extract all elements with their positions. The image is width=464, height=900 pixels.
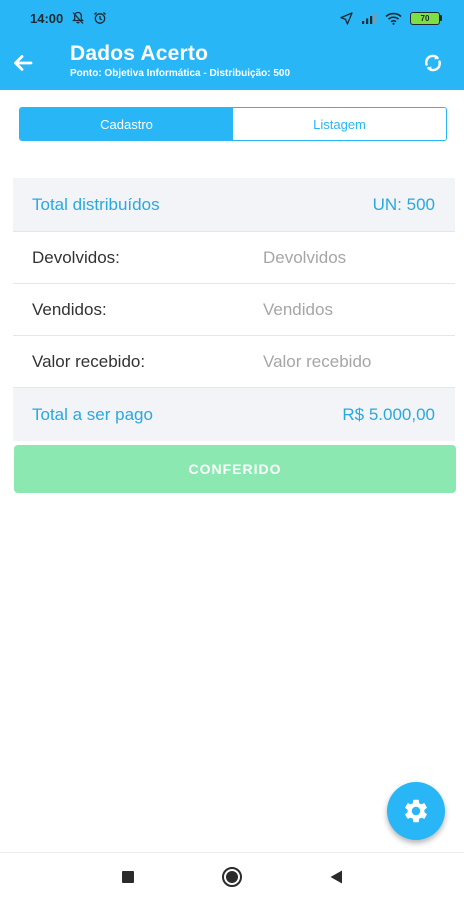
back-button[interactable]: [0, 36, 46, 90]
sold-input[interactable]: [263, 299, 455, 320]
signal-icon: [361, 12, 377, 25]
sold-row: Vendidos:: [13, 283, 455, 335]
total-to-pay-value: R$ 5.000,00: [342, 404, 435, 424]
segmented-tabs: Cadastro Listagem: [19, 107, 447, 141]
total-distributed-value: UN: 500: [372, 194, 435, 214]
sync-icon: [425, 54, 441, 72]
status-left: 14:00: [30, 11, 107, 26]
total-to-pay-label: Total a ser pago: [32, 404, 153, 424]
home-button[interactable]: [219, 864, 245, 890]
settings-fab[interactable]: [387, 782, 445, 840]
page-subtitle: Ponto: Objetiva Informática - Distribuiç…: [70, 68, 291, 79]
confirm-button[interactable]: CONFERIDO: [14, 445, 456, 493]
mute-notifications-icon: [71, 11, 85, 25]
arrow-left-icon: [14, 55, 33, 71]
status-time: 14:00: [30, 10, 64, 26]
battery-level: 70: [410, 11, 440, 25]
status-right: 70: [340, 11, 442, 25]
title-block: Dados Acerto Ponto: Objetiva Informática…: [70, 42, 290, 81]
returned-label: Devolvidos:: [32, 247, 120, 267]
total-to-pay-row: Total a ser pago R$ 5.000,00: [13, 387, 455, 441]
returned-input[interactable]: [263, 247, 455, 268]
back-nav-button[interactable]: [323, 864, 349, 890]
location-arrow-icon: [340, 11, 353, 25]
tab-cadastro[interactable]: Cadastro: [20, 108, 233, 140]
amount-received-label: Valor recebido:: [32, 351, 146, 371]
amount-received-input[interactable]: [263, 351, 455, 372]
battery-icon: 70: [410, 11, 442, 25]
sold-label: Vendidos:: [32, 299, 107, 319]
triangle-icon: [330, 870, 342, 883]
system-nav-bar: [0, 852, 464, 900]
returned-row: Devolvidos:: [13, 231, 455, 283]
page-title: Dados Acerto: [70, 42, 209, 65]
app-bar: Dados Acerto Ponto: Objetiva Informática…: [0, 36, 464, 90]
alarm-icon: [93, 11, 107, 25]
square-icon: [122, 870, 134, 883]
gear-icon: [405, 799, 427, 823]
circle-icon: [222, 866, 242, 887]
amount-received-row: Valor recebido:: [13, 335, 455, 387]
settlement-form: Total distribuídos UN: 500 Devolvidos: V…: [13, 178, 455, 441]
total-distributed-label: Total distribuídos: [32, 194, 160, 214]
recents-button[interactable]: [115, 864, 141, 890]
wifi-icon: [385, 12, 402, 25]
refresh-button[interactable]: [416, 47, 450, 79]
status-bar: 14:00 70: [0, 0, 464, 36]
tab-listagem[interactable]: Listagem: [233, 108, 446, 140]
total-distributed-row: Total distribuídos UN: 500: [13, 178, 455, 231]
